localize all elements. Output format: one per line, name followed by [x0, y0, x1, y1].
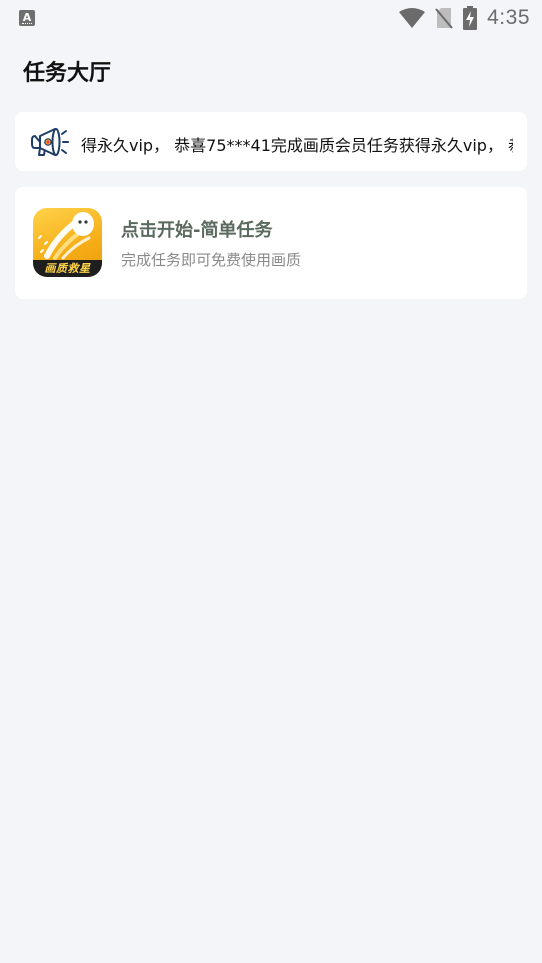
status-bar: A 4:35	[0, 0, 542, 36]
a11y-text-icon: A	[19, 10, 35, 26]
task-subtitle: 完成任务即可免费使用画质	[121, 251, 302, 269]
announcement-text: 得永久vip， 恭喜75***41完成画质会员任务获得永久vip， 恭	[81, 136, 513, 155]
megaphone-icon	[29, 126, 71, 158]
announcement-marquee: 得永久vip， 恭喜75***41完成画质会员任务获得永久vip， 恭	[81, 112, 513, 171]
battery-charging-icon	[463, 6, 478, 30]
task-card[interactable]: 画质救星 点击开始-简单任务 完成任务即可免费使用画质	[15, 187, 527, 299]
page-title: 任务大厅	[23, 61, 112, 86]
status-time: 4:35	[487, 6, 530, 29]
app-icon: 画质救星	[33, 208, 102, 277]
no-sim-icon	[435, 7, 453, 29]
comet-icon	[38, 212, 94, 260]
wifi-icon	[399, 8, 426, 28]
announcement-card: 得永久vip， 恭喜75***41完成画质会员任务获得永久vip， 恭	[15, 112, 527, 171]
task-title[interactable]: 点击开始-简单任务	[121, 216, 272, 242]
app-icon-label: 画质救星	[44, 262, 91, 275]
